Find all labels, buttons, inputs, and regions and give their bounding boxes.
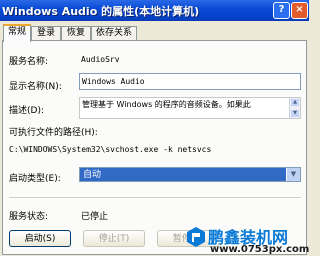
watermark-url: www.0753px.com bbox=[210, 244, 310, 255]
window-title: Windows Audio 的属性(本地计算机) bbox=[2, 5, 200, 18]
close-button[interactable]: × bbox=[291, 2, 308, 19]
service-name-label: 服务名称: bbox=[9, 57, 49, 67]
description-scrollbar[interactable]: ▲ ▼ bbox=[289, 98, 300, 118]
startup-type-label: 启动类型(E): bbox=[9, 174, 61, 184]
exe-path-value: C:\WINDOWS\System32\svchost.exe -k netsv… bbox=[9, 145, 212, 154]
description-text: 管理基于 Windows 的程序的音频设备。如果此 bbox=[82, 100, 251, 109]
display-name-label: 显示名称(N): bbox=[9, 82, 62, 92]
title-bar: Windows Audio 的属性(本地计算机) ? × bbox=[0, 0, 309, 21]
description-label: 描述(D): bbox=[9, 106, 44, 116]
general-panel: 服务名称: AudioSrv 显示名称(N): Windows Audio 描述… bbox=[2, 40, 307, 255]
brand-logo-icon bbox=[187, 227, 205, 247]
start-button[interactable]: 启动(S) bbox=[9, 230, 71, 247]
startup-type-select[interactable]: 自动 ▼ bbox=[79, 167, 301, 182]
display-name-field[interactable]: Windows Audio bbox=[79, 73, 301, 90]
help-button[interactable]: ? bbox=[273, 2, 290, 19]
startup-type-value: 自动 bbox=[83, 170, 102, 180]
tab-recovery[interactable]: 恢复 bbox=[61, 26, 91, 40]
exe-path-label: 可执行文件的路径(H): bbox=[9, 128, 98, 138]
tab-dependencies[interactable]: 依存关系 bbox=[91, 26, 137, 40]
tab-logon[interactable]: 登录 bbox=[31, 26, 61, 40]
service-status-value: 已停止 bbox=[81, 212, 109, 222]
divider bbox=[9, 197, 301, 199]
stop-button[interactable]: 停止(T) bbox=[83, 230, 145, 247]
scroll-up-icon[interactable]: ▲ bbox=[291, 99, 299, 106]
description-field: 管理基于 Windows 的程序的音频设备。如果此 ▲ ▼ bbox=[79, 97, 301, 119]
scroll-down-icon[interactable]: ▼ bbox=[291, 110, 299, 117]
chevron-down-icon[interactable]: ▼ bbox=[286, 168, 300, 181]
tab-general[interactable]: 常规 bbox=[3, 24, 31, 42]
watermark: 鹏鑫装机网 www.0753px.com bbox=[186, 224, 309, 256]
service-name-value: AudioSrv bbox=[81, 55, 120, 64]
service-status-label: 服务状态: bbox=[9, 212, 49, 222]
